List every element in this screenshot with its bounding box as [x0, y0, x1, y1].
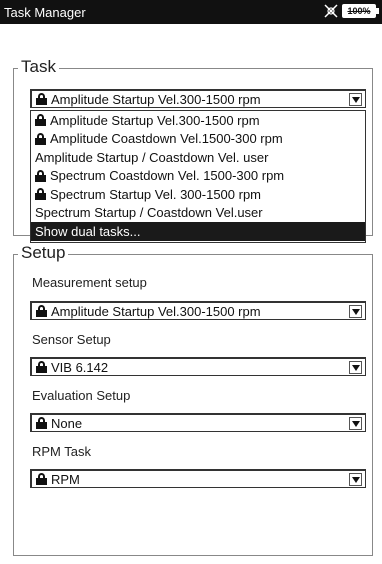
evaluation-setup-label: Evaluation Setup	[32, 388, 131, 403]
title-bar: Task Manager 100%	[0, 0, 382, 24]
task-dropdown-list: Amplitude Startup Vel.300-1500 rpm Ampli…	[30, 110, 366, 243]
lock-icon	[36, 305, 47, 317]
task-option-show-dual[interactable]: Show dual tasks...	[31, 222, 365, 241]
rpm-task-label: RPM Task	[32, 444, 91, 459]
evaluation-setup-value: None	[51, 415, 83, 431]
rpm-task-value: RPM	[51, 471, 80, 487]
lock-icon	[35, 114, 46, 127]
sensor-setup-value: VIB 6.142	[51, 359, 109, 375]
task-option[interactable]: Spectrum Coastdown Vel. 1500-300 rpm	[31, 167, 365, 186]
task-select[interactable]: Amplitude Startup Vel.300-1500 rpm	[30, 89, 366, 108]
battery-level: 100%	[347, 6, 371, 16]
lock-icon	[35, 188, 46, 201]
dropdown-arrow-icon[interactable]	[349, 93, 362, 106]
lock-icon	[36, 417, 47, 429]
status-area: 100%	[324, 4, 379, 18]
task-option[interactable]: Spectrum Startup Vel. 300-1500 rpm	[31, 185, 365, 204]
lock-icon	[36, 361, 47, 373]
task-select-value: Amplitude Startup Vel.300-1500 rpm	[51, 91, 261, 107]
lock-icon	[36, 473, 47, 485]
lock-icon	[36, 93, 47, 105]
window-title: Task Manager	[4, 4, 86, 20]
sensor-setup-select[interactable]: VIB 6.142	[30, 357, 366, 376]
setup-group	[13, 254, 373, 556]
antenna-off-icon	[324, 4, 338, 18]
task-legend: Task	[18, 57, 59, 77]
sensor-setup-label: Sensor Setup	[32, 332, 111, 347]
task-option[interactable]: Spectrum Startup / Coastdown Vel.user	[31, 204, 365, 223]
evaluation-setup-select[interactable]: None	[30, 413, 366, 432]
dropdown-arrow-icon[interactable]	[349, 473, 362, 486]
setup-legend: Setup	[18, 243, 69, 263]
dropdown-arrow-icon[interactable]	[349, 417, 362, 430]
task-option[interactable]: Amplitude Coastdown Vel.1500-300 rpm	[31, 130, 365, 149]
dropdown-arrow-icon[interactable]	[349, 361, 362, 374]
lock-icon	[35, 169, 46, 182]
measurement-setup-select[interactable]: Amplitude Startup Vel.300-1500 rpm	[30, 301, 366, 320]
task-option[interactable]: Amplitude Startup / Coastdown Vel. user	[31, 148, 365, 167]
measurement-setup-label: Measurement setup	[32, 275, 147, 290]
task-option[interactable]: Amplitude Startup Vel.300-1500 rpm	[31, 111, 365, 130]
measurement-setup-value: Amplitude Startup Vel.300-1500 rpm	[51, 303, 261, 319]
battery-icon: 100%	[342, 4, 379, 18]
dropdown-arrow-icon[interactable]	[349, 305, 362, 318]
rpm-task-select[interactable]: RPM	[30, 469, 366, 488]
lock-icon	[35, 132, 46, 145]
